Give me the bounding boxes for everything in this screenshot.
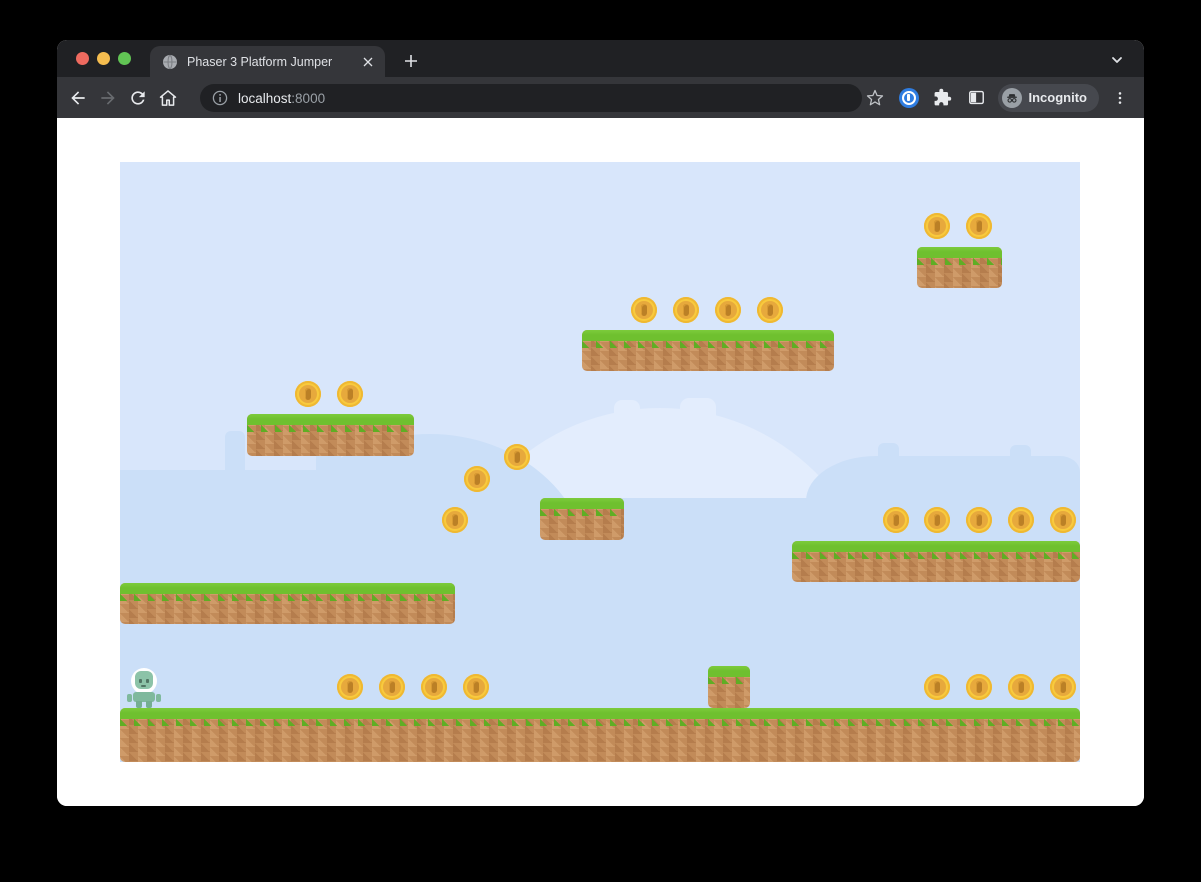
- coin: [631, 297, 657, 323]
- tab-search-chevron-icon[interactable]: [1106, 49, 1128, 71]
- tab-title: Phaser 3 Platform Jumper: [187, 55, 359, 69]
- bookmark-star-icon[interactable]: [860, 83, 890, 113]
- coin: [337, 674, 363, 700]
- platform: [792, 541, 1080, 582]
- extensions-puzzle-icon[interactable]: [928, 83, 958, 113]
- window-zoom-button[interactable]: [118, 52, 131, 65]
- coin: [1050, 674, 1076, 700]
- game-canvas[interactable]: [120, 162, 1080, 762]
- coin: [337, 381, 363, 407]
- player-character: [127, 668, 161, 708]
- site-info-icon[interactable]: [212, 90, 228, 106]
- coin: [1008, 674, 1034, 700]
- player-leg: [136, 701, 142, 708]
- platform-grass-edge: [247, 425, 414, 432]
- player-eye: [146, 679, 149, 683]
- window-minimize-button[interactable]: [97, 52, 110, 65]
- platform-grass-edge: [582, 341, 834, 348]
- platform-grass-edge: [792, 552, 1080, 559]
- coin: [924, 674, 950, 700]
- player-arm: [156, 694, 161, 702]
- page-content: [57, 118, 1144, 806]
- platform: [917, 247, 1002, 288]
- browser-window: Phaser 3 Platform Jumper: [57, 40, 1144, 806]
- platform-grass: [792, 541, 1080, 552]
- tab-close-icon[interactable]: [359, 53, 377, 71]
- coin: [966, 507, 992, 533]
- platform-grass: [582, 330, 834, 341]
- toolbar-right-icons: Incognito: [860, 77, 1136, 118]
- tab-favicon-icon: [162, 54, 178, 70]
- url-text: localhost:8000: [238, 91, 325, 106]
- platform: [582, 330, 834, 371]
- tab-strip: Phaser 3 Platform Jumper: [57, 40, 1144, 77]
- player-leg: [146, 701, 152, 708]
- side-panel-icon[interactable]: [962, 83, 992, 113]
- platform-grass-edge: [917, 258, 1002, 265]
- back-button[interactable]: [63, 83, 93, 113]
- url-port: :8000: [291, 91, 325, 106]
- coin: [1050, 507, 1076, 533]
- browser-menu-kebab-icon[interactable]: [1105, 83, 1135, 113]
- platform: [708, 666, 750, 708]
- player-arm: [127, 694, 132, 702]
- browser-toolbar: localhost:8000: [57, 77, 1144, 118]
- platform: [120, 583, 455, 624]
- incognito-spy-icon: [1002, 88, 1022, 108]
- platform: [540, 498, 624, 540]
- coin: [463, 674, 489, 700]
- ground-platform: [120, 708, 1080, 762]
- coin: [1008, 507, 1034, 533]
- coin: [379, 674, 405, 700]
- coin: [966, 674, 992, 700]
- platform-grass-edge: [120, 594, 455, 601]
- platform-grass-edge: [708, 677, 750, 684]
- password-manager-icon[interactable]: [894, 83, 924, 113]
- reload-button[interactable]: [123, 83, 153, 113]
- incognito-label: Incognito: [1029, 90, 1088, 105]
- platform-grass: [917, 247, 1002, 258]
- coin: [883, 507, 909, 533]
- player-mouth: [141, 685, 146, 687]
- forward-button[interactable]: [93, 83, 123, 113]
- incognito-badge[interactable]: Incognito: [998, 84, 1100, 112]
- platform-grass-edge: [120, 719, 1080, 726]
- platform-grass: [120, 583, 455, 594]
- coin: [924, 213, 950, 239]
- coin: [715, 297, 741, 323]
- platform-grass: [708, 666, 750, 677]
- coin: [295, 381, 321, 407]
- platform-grass: [540, 498, 624, 509]
- platform: [247, 414, 414, 456]
- platform-grass-edge: [540, 509, 624, 516]
- url-bar[interactable]: localhost:8000: [200, 84, 862, 112]
- tab-phaser-game[interactable]: Phaser 3 Platform Jumper: [150, 46, 385, 77]
- coin: [924, 507, 950, 533]
- coin: [757, 297, 783, 323]
- coin: [966, 213, 992, 239]
- new-tab-button[interactable]: [398, 48, 424, 74]
- background-hill-near: [225, 431, 245, 511]
- url-host: localhost: [238, 91, 291, 106]
- coin: [673, 297, 699, 323]
- coin: [464, 466, 490, 492]
- platform-grass: [120, 708, 1080, 719]
- player-eye: [139, 679, 142, 683]
- coin: [504, 444, 530, 470]
- home-button[interactable]: [153, 83, 183, 113]
- platform-grass: [247, 414, 414, 425]
- coin: [421, 674, 447, 700]
- window-close-button[interactable]: [76, 52, 89, 65]
- coin: [442, 507, 468, 533]
